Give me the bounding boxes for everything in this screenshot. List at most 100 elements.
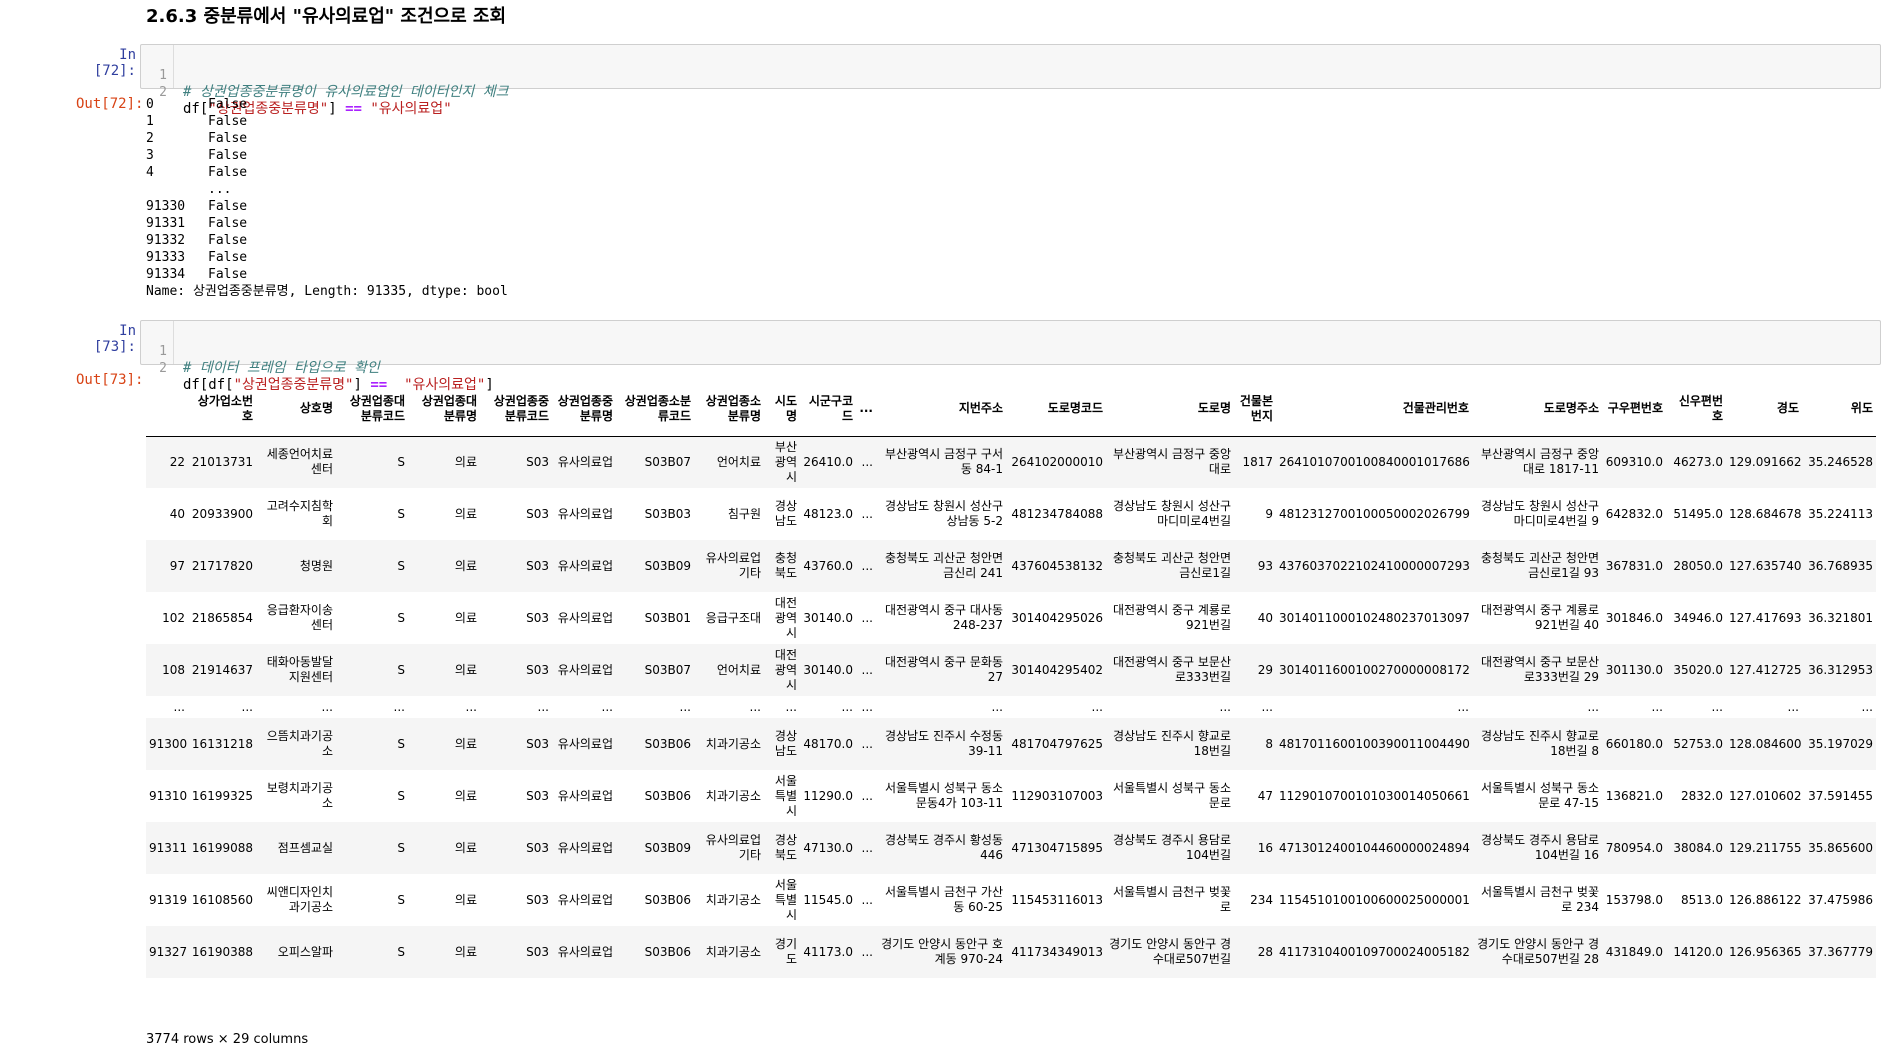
table-cell: 48170.0 <box>803 736 853 751</box>
table-cell: S <box>397 944 405 959</box>
table-cell: 씨앤디자인치과기공소 <box>266 885 333 914</box>
table-cell: ... <box>321 699 333 714</box>
table-cell: 청명원 <box>299 558 333 573</box>
table-cell: 경기도 안양시 동안구 경수대로507번길 28 <box>1477 937 1599 966</box>
table-cell: ... <box>1219 699 1231 714</box>
code-cell-72[interactable]: 1 # 상권업종중분류명이 유사의료업인 데이터인지 체크 2 df["상권업종… <box>140 44 1881 117</box>
series-value: False <box>208 114 248 129</box>
table-cell: 11290.0 <box>803 788 853 803</box>
table-cell: S <box>397 558 405 573</box>
table-cell: 41173.0 <box>803 944 853 959</box>
table-cell: 35020.0 <box>1673 662 1723 677</box>
series-row: 91333 False <box>146 249 508 266</box>
table-cell: 3014011000102480237013097 <box>1279 610 1470 625</box>
column-header: 시도명 <box>764 382 800 437</box>
table-cell: 234 <box>1250 892 1273 907</box>
table-cell: 16108560 <box>191 892 253 907</box>
table-cell: 유사의료업 <box>557 454 613 469</box>
row-index: 108 <box>162 662 185 677</box>
series-value: False <box>208 148 248 163</box>
table-cell: 대전광역시 중구 계룡로921번길 40 <box>1480 603 1599 632</box>
table-cell: 유사의료업 <box>557 558 613 573</box>
table-cell: 서울특별시 성북구 동소문로 <box>1112 781 1231 810</box>
table-cell: ... <box>785 699 797 714</box>
table-cell: 35.865600 <box>1808 840 1873 855</box>
table-cell: 대전광역시 중구 보문산로333번길 29 <box>1480 655 1599 684</box>
code-line: 1 # 상권업종중분류명이 유사의료업인 데이터인지 체크 <box>141 50 1880 100</box>
table-cell: 유사의료업 <box>557 662 613 677</box>
table-cell: ... <box>861 610 873 625</box>
table-cell: 411734349013 <box>1011 944 1103 959</box>
table-row: 91319 16108560 씨앤디자인치과기공소 S 의료 S03 유사의료업 S03B06… <box>146 874 1876 926</box>
table-cell: 431849.0 <box>1605 944 1663 959</box>
column-header: 상권업종소분류코드 <box>616 382 694 437</box>
code-cell-73[interactable]: 1 # 데이터 프레임 타입으로 확인 2 df[df["상권업종중분류명"] … <box>140 320 1881 393</box>
series-value: False <box>208 216 248 231</box>
code-line: 2 df["상권업종중분류명"] == "유사의료업" <box>141 67 1880 117</box>
column-header: 상권업종중분류명 <box>552 382 616 437</box>
column-header: 건물본번지 <box>1234 382 1276 437</box>
table-cell: S03 <box>526 610 549 625</box>
table-cell: 경상북도 경주시 용담로104번길 16 <box>1480 833 1599 862</box>
table-cell: 1154510100100600025000001 <box>1279 892 1470 907</box>
table-cell: ... <box>679 699 691 714</box>
table-cell: 47 <box>1257 788 1273 803</box>
table-cell: 35.224113 <box>1808 506 1873 521</box>
table-cell: 20933900 <box>191 506 253 521</box>
table-cell: 30140.0 <box>803 610 853 625</box>
table-cell: 28050.0 <box>1673 558 1723 573</box>
table-cell: 유사의료업 <box>557 840 613 855</box>
column-header: 건물관리번호 <box>1276 382 1472 437</box>
table-cell: S <box>397 892 405 907</box>
series-row: 3 False <box>146 147 508 164</box>
table-cell: 129.211755 <box>1729 840 1802 855</box>
row-index: 102 <box>162 610 185 625</box>
table-cell: 21865854 <box>191 610 253 625</box>
table-cell: 128.084600 <box>1729 736 1802 751</box>
out-prompt-73: Out[73]: <box>76 372 144 388</box>
table-cell: 유사의료업기타 <box>705 833 761 862</box>
table-cell: 127.635740 <box>1729 558 1802 573</box>
series-row: 91331 False <box>146 215 508 232</box>
table-cell: S <box>397 736 405 751</box>
table-cell: 유사의료업 <box>557 944 613 959</box>
table-cell: 경상북도 경주시 황성동 446 <box>884 833 1003 862</box>
series-output: 0 False 1 False 2 False 3 False 4 False ... 9… <box>146 96 508 300</box>
series-index: 91333 <box>146 250 186 265</box>
series-row: ... <box>146 181 508 198</box>
table-cell: 112903107003 <box>1011 788 1103 803</box>
table-cell: 36.312953 <box>1808 662 1873 677</box>
table-cell: 경상북도 경주시 용담로104번길 <box>1112 833 1231 862</box>
table-cell: 2641010700100840001017686 <box>1279 454 1470 469</box>
series-index: 91332 <box>146 233 186 248</box>
table-cell: 642832.0 <box>1605 506 1663 521</box>
table-cell: 136821.0 <box>1605 788 1663 803</box>
table-cell: 1129010700101030014050661 <box>1279 788 1470 803</box>
in-prompt-72: In [72]: <box>93 47 136 79</box>
table-cell: 언어치료 <box>716 662 761 677</box>
dataframe-table: 상가업소번호 상호명 상권업종대분류코드 상권업종대분류명 상권업종중분류코드 상권업종중… <box>146 382 1876 978</box>
column-header: 상권업종대분류코드 <box>336 382 408 437</box>
table-cell: ... <box>601 699 613 714</box>
table-cell: 치과기공소 <box>705 788 761 803</box>
table-cell: ... <box>841 699 853 714</box>
table-cell: S03B07 <box>644 662 691 677</box>
table-cell: 대전광역시 <box>774 595 797 640</box>
series-value: False <box>208 165 248 180</box>
table-cell: 115453116013 <box>1011 892 1103 907</box>
table-cell: 37.475986 <box>1808 892 1873 907</box>
table-cell: 29 <box>1257 662 1273 677</box>
table-cell: 대전광역시 중구 계룡로921번길 <box>1112 603 1231 632</box>
index-header <box>146 382 188 437</box>
table-cell: 21717820 <box>191 558 253 573</box>
column-header: 도로명주소 <box>1472 382 1602 437</box>
table-cell: S03B06 <box>644 736 691 751</box>
table-row: 102 21865854 응급환자이송센터 S 의료 S03 유사의료업 S03B01 응급구조… <box>146 592 1876 644</box>
table-cell: 의료 <box>454 662 477 677</box>
series-row: 4 False <box>146 164 508 181</box>
series-index: 91331 <box>146 216 186 231</box>
table-cell: ... <box>1587 699 1599 714</box>
table-cell: ... <box>991 699 1003 714</box>
table-cell: 481704797625 <box>1011 736 1103 751</box>
series-value: False <box>208 250 248 265</box>
